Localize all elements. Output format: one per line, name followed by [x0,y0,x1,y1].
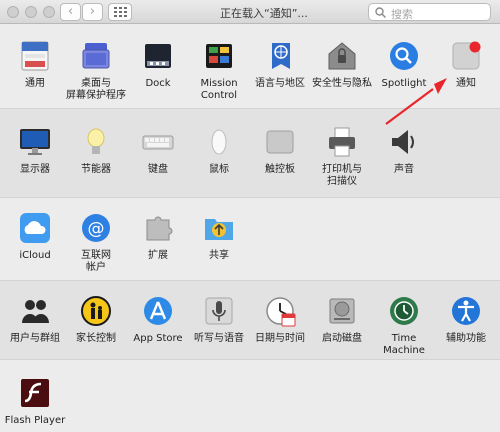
annotation-arrow [385,78,447,125]
